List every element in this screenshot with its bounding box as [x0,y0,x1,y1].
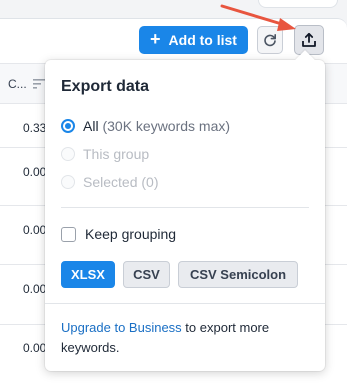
tab-edge [258,0,338,8]
refresh-button[interactable] [257,26,283,54]
option-label: Selected [83,174,138,190]
option-detail: (30K keywords max) [102,118,231,134]
format-xlsx-button[interactable]: XLSX [61,261,115,288]
add-to-list-label: Add to list [168,32,237,48]
radio-option-selected[interactable]: Selected (0) [61,174,159,190]
radio-option-all[interactable]: All (30K keywords max) [61,118,230,134]
format-csv-semicolon-button[interactable]: CSV Semicolon [178,261,298,288]
upgrade-note: Upgrade to Business to export more keywo… [61,318,311,358]
table-cell-value: 0.33 [23,121,47,135]
radio-button[interactable] [61,175,75,189]
table-cell-value: 0.00 [23,223,47,237]
popup-footer-divider [45,303,325,304]
table-cell-value: 0.00 [23,282,47,296]
export-upload-icon [302,32,316,47]
keep-grouping-checkbox[interactable] [61,226,76,242]
top-strip [0,0,347,18]
radio-button[interactable] [61,147,75,161]
sort-icon[interactable] [33,79,45,89]
column-header-label[interactable]: C... [8,77,27,91]
format-csv-button[interactable]: CSV [123,261,170,288]
radio-button[interactable] [61,119,75,133]
keep-grouping-checkbox-row[interactable]: Keep grouping [61,226,176,242]
export-data-popup: Export data All (30K keywords max) This … [45,50,325,371]
radio-option-this-group[interactable]: This group [61,146,149,162]
option-label: This group [83,146,150,162]
keep-grouping-label: Keep grouping [85,226,177,242]
popup-title: Export data [61,78,150,95]
option-detail: (0) [141,174,159,190]
refresh-icon [264,34,276,47]
add-to-list-button[interactable]: + Add to list [139,26,248,54]
export-button[interactable] [294,25,324,55]
popup-divider [61,207,309,208]
option-label: All [83,118,99,134]
upgrade-link[interactable]: Upgrade to Business [61,320,182,335]
plus-icon: + [150,29,161,49]
table-cell-value: 0.00 [23,165,47,179]
table-cell-value: 0.00 [23,341,47,355]
